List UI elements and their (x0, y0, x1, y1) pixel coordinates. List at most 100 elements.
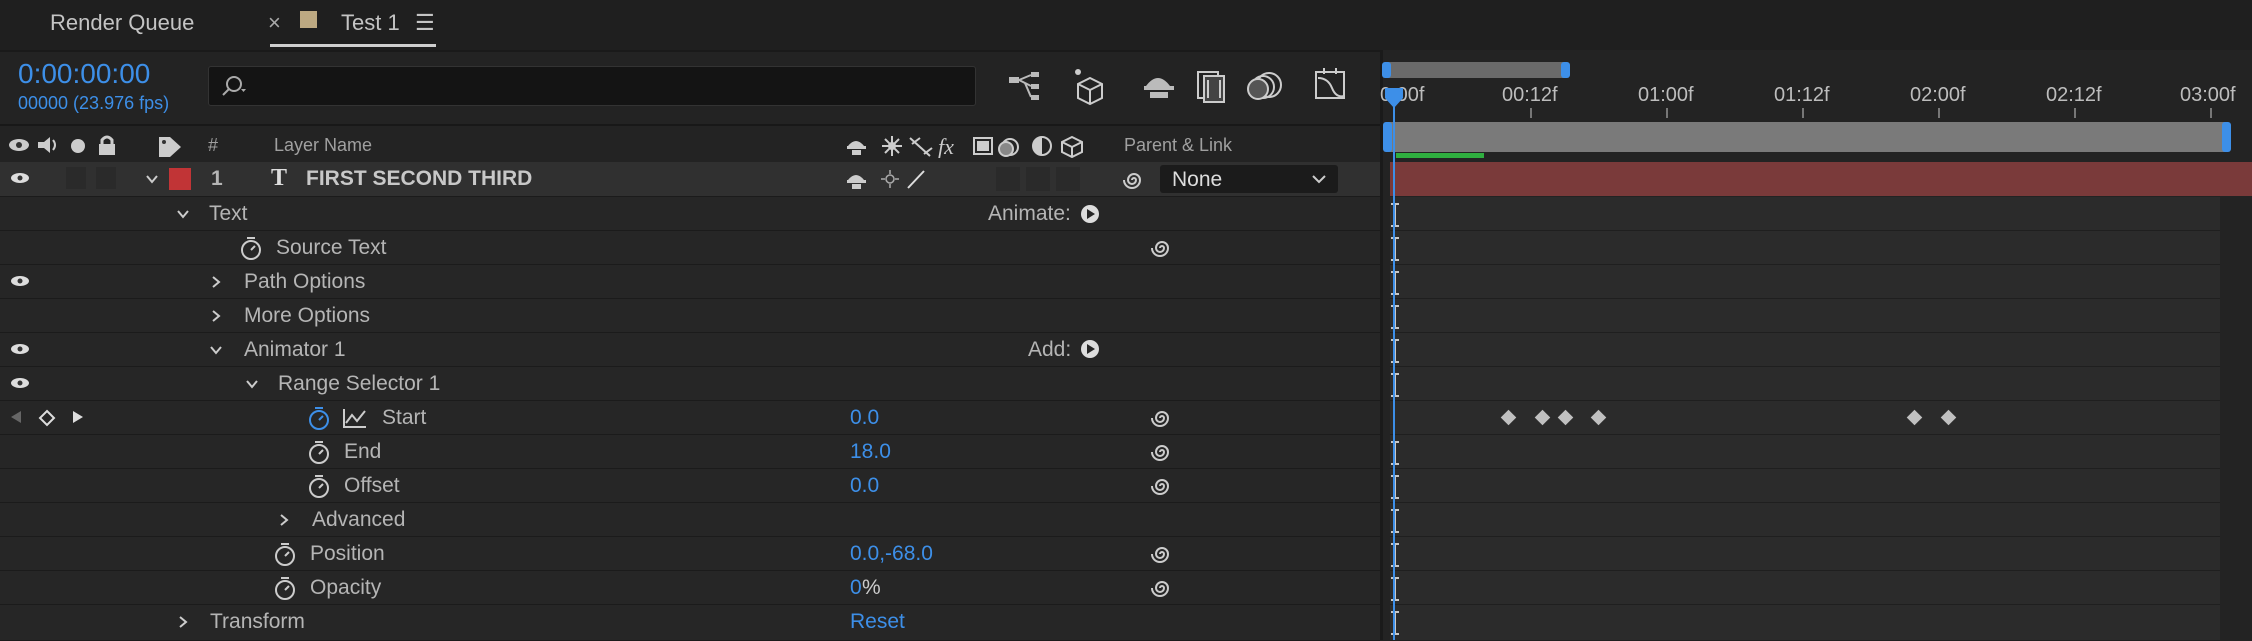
property-row-more-options[interactable]: More Options (0, 299, 1380, 333)
layer-label-color[interactable] (169, 168, 191, 190)
label-tag-icon[interactable] (157, 135, 183, 157)
property-row-opacity[interactable]: Opacity 0 % (0, 571, 1380, 605)
chevron-down-icon (1312, 175, 1326, 184)
switch-toggle[interactable] (996, 167, 1020, 191)
search-icon (222, 76, 246, 96)
stopwatch-active-icon[interactable] (306, 406, 332, 430)
add-label[interactable]: Add: (1028, 338, 1071, 362)
chevron-right-icon[interactable] (210, 276, 222, 288)
layer-row[interactable]: 1 T FIRST SECOND THIRD None (0, 162, 1380, 197)
property-row-source-text[interactable]: Source Text (0, 231, 1380, 265)
playhead[interactable] (1382, 86, 1406, 640)
frame-rate-display: 00000 (23.976 fps) (18, 93, 170, 113)
lock-toggle[interactable] (96, 167, 116, 189)
next-keyframe-icon[interactable] (72, 410, 84, 424)
current-time-display[interactable]: 0:00:00:00 (18, 58, 150, 90)
property-row-start[interactable]: Start 0.0 (0, 401, 1380, 435)
property-row-position[interactable]: Position 0.0,-68.0 (0, 537, 1380, 571)
navigator-start-handle[interactable] (1382, 62, 1391, 78)
stopwatch-icon[interactable] (306, 474, 332, 498)
pick-whip-icon[interactable] (1150, 441, 1174, 463)
pick-whip-icon[interactable] (1150, 407, 1174, 429)
animate-label[interactable]: Animate: (988, 202, 1071, 226)
switch-toggle[interactable] (1056, 167, 1080, 191)
property-label: Offset (344, 474, 400, 497)
solo-toggle[interactable] (66, 167, 86, 189)
navigator-end-handle[interactable] (1561, 62, 1570, 78)
stopwatch-icon[interactable] (272, 542, 298, 566)
property-value[interactable]: 0.0,-68.0 (850, 542, 933, 566)
previous-keyframe-icon[interactable] (10, 410, 22, 424)
switch-toggle[interactable] (1026, 167, 1050, 191)
track-row (1390, 265, 2220, 299)
property-value[interactable]: 0 (850, 576, 862, 600)
track-row (1390, 367, 2220, 401)
stopwatch-icon[interactable] (272, 576, 298, 600)
graph-icon[interactable] (342, 407, 368, 429)
add-keyframe-icon[interactable] (38, 409, 56, 427)
chevron-down-icon[interactable] (146, 173, 158, 185)
layer-switches[interactable] (846, 168, 926, 190)
property-label: End (344, 440, 382, 463)
graph-editor-icon[interactable] (1310, 64, 1352, 106)
layer-name[interactable]: FIRST SECOND THIRD (306, 167, 532, 191)
audio-switch-icon[interactable] (36, 135, 62, 155)
solo-switch-icon[interactable] (70, 138, 86, 154)
property-value[interactable]: 0.0 (850, 474, 879, 498)
eye-icon[interactable] (10, 377, 30, 389)
stopwatch-icon[interactable] (306, 440, 332, 464)
eye-icon[interactable] (10, 275, 30, 287)
property-row-transform[interactable]: Transform Reset (0, 605, 1380, 641)
chevron-right-icon[interactable] (278, 514, 290, 526)
parent-dropdown[interactable]: None (1160, 165, 1338, 193)
frame-blending-icon[interactable] (1190, 64, 1232, 106)
motion-blur-icon[interactable] (1245, 64, 1287, 106)
property-row-path-options[interactable]: Path Options (0, 265, 1380, 299)
property-value[interactable]: 18.0 (850, 440, 891, 464)
pick-whip-icon[interactable] (1150, 577, 1174, 599)
draft-3d-icon[interactable] (1070, 64, 1112, 106)
ruler-tick (1802, 108, 1804, 118)
layer-duration-bar[interactable] (1390, 162, 2252, 196)
pick-whip-icon[interactable] (1150, 237, 1174, 259)
render-cache-indicator (1396, 153, 1484, 158)
parent-dropdown-value: None (1172, 168, 1223, 191)
eye-icon[interactable] (10, 343, 30, 355)
composition-flowchart-icon[interactable] (1005, 64, 1047, 106)
property-value[interactable]: 0.0 (850, 406, 879, 430)
layer-name-column-header[interactable]: Layer Name (274, 135, 372, 156)
search-input[interactable] (208, 66, 976, 106)
pick-whip-icon[interactable] (1122, 169, 1146, 191)
chevron-down-icon[interactable] (177, 208, 189, 220)
chevron-down-icon[interactable] (246, 378, 258, 390)
work-area-bar[interactable] (1383, 122, 2231, 152)
property-row-advanced[interactable]: Advanced (0, 503, 1380, 537)
chevron-right-icon[interactable] (210, 310, 222, 322)
pick-whip-icon[interactable] (1150, 543, 1174, 565)
lock-icon[interactable] (96, 134, 118, 156)
shy-layers-icon[interactable] (1138, 64, 1180, 106)
tab-render-queue[interactable]: Render Queue (50, 10, 194, 36)
play-menu-icon[interactable] (1080, 339, 1100, 359)
ruler-label: 00:12f (1502, 84, 1558, 106)
switches-header-icons: fx (847, 134, 1083, 158)
property-row-end[interactable]: End 18.0 (0, 435, 1380, 469)
chevron-down-icon[interactable] (210, 344, 222, 356)
reset-link[interactable]: Reset (850, 610, 905, 634)
property-row-offset[interactable]: Offset 0.0 (0, 469, 1380, 503)
tab-test-1[interactable]: Test 1 (341, 10, 400, 36)
eye-icon[interactable] (10, 172, 30, 184)
close-icon[interactable]: × (268, 10, 281, 36)
property-label: Position (310, 542, 385, 565)
property-row-text[interactable]: Text Animate: (0, 197, 1380, 231)
work-area-end-handle[interactable] (2222, 122, 2231, 152)
property-row-animator-1[interactable]: Animator 1 Add: (0, 333, 1380, 367)
chevron-right-icon[interactable] (177, 616, 189, 628)
pick-whip-icon[interactable] (1150, 475, 1174, 497)
video-switch-icon[interactable] (8, 137, 30, 153)
stopwatch-icon[interactable] (238, 236, 264, 260)
time-navigator[interactable] (1382, 62, 1570, 78)
property-row-range-selector-1[interactable]: Range Selector 1 (0, 367, 1380, 401)
play-menu-icon[interactable] (1080, 204, 1100, 224)
tab-menu-icon[interactable]: ☰ (415, 10, 435, 36)
